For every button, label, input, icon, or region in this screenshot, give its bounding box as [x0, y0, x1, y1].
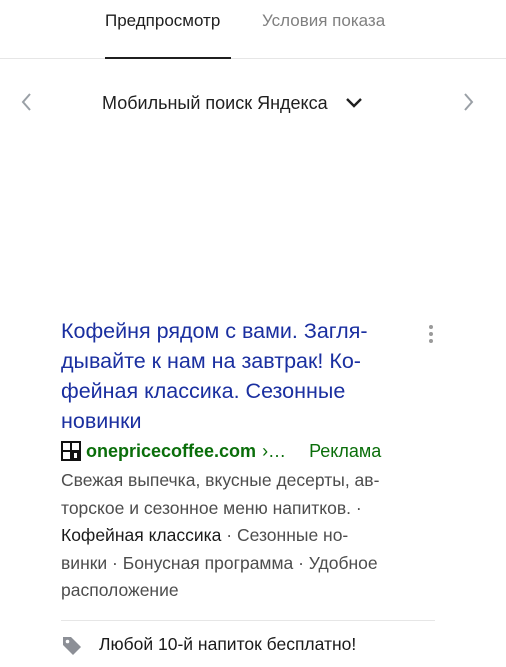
device-dropdown-label: Мобильный поиск Яндекса [102, 93, 328, 113]
ad-path: ›… [262, 440, 287, 461]
more-options-icon[interactable] [428, 325, 434, 345]
ad-badge: Реклама [309, 440, 382, 461]
ad-callout: Любой 10-й напиток бесплатно! [61, 632, 439, 658]
ad-title-line: фейная классика. Сезонные [61, 379, 346, 403]
tab-preview[interactable]: Предпросмотр [105, 11, 220, 31]
ad-domain-link[interactable]: onepricecoffee.com [86, 441, 256, 462]
ad-url-row: onepricecoffee.com ›… Реклама [61, 439, 439, 463]
sitelinks-text: расположение [61, 580, 179, 600]
sitelink-classic[interactable]: Кофейная классика [61, 525, 221, 545]
chevron-right-icon[interactable] [456, 90, 480, 114]
callout-text: Любой 10-й напиток бесплатно! [99, 634, 357, 654]
device-dropdown[interactable]: Мобильный поиск Яндекса [102, 92, 364, 114]
tab-bar: Предпросмотр Условия показа [0, 0, 506, 59]
chevron-left-icon[interactable] [15, 90, 39, 114]
ad-title-link[interactable]: Кофейня рядом с вами. Загля- дывайте к н… [61, 316, 417, 436]
tab-display-conditions[interactable]: Условия показа [262, 11, 385, 31]
tag-icon [63, 636, 81, 655]
sitelinks-text: · Сезонные но- [226, 525, 349, 545]
site-favicon-icon [61, 441, 81, 461]
ad-description-line: Свежая выпечка, вкусные десерты, ав- [61, 470, 380, 490]
ad-preview-card: Кофейня рядом с вами. Загля- дывайте к н… [61, 316, 439, 658]
divider [61, 619, 435, 621]
device-selector-row: Мобильный поиск Яндекса [0, 84, 506, 120]
sitelinks-text: винки · Бонусная программа · Удобное [61, 552, 378, 573]
ad-description: Свежая выпечка, вкусные десерты, ав- тор… [61, 467, 431, 605]
ad-title-line: дывайте к нам на завтрак! Ко- [61, 349, 361, 373]
ad-title-line: Кофейня рядом с вами. Загля- [61, 319, 368, 343]
ad-title-line: новинки [61, 409, 142, 433]
chevron-down-icon [345, 98, 362, 108]
active-tab-indicator [105, 57, 231, 59]
ad-description-line: торское и сезонное меню напитков. · [61, 497, 362, 518]
